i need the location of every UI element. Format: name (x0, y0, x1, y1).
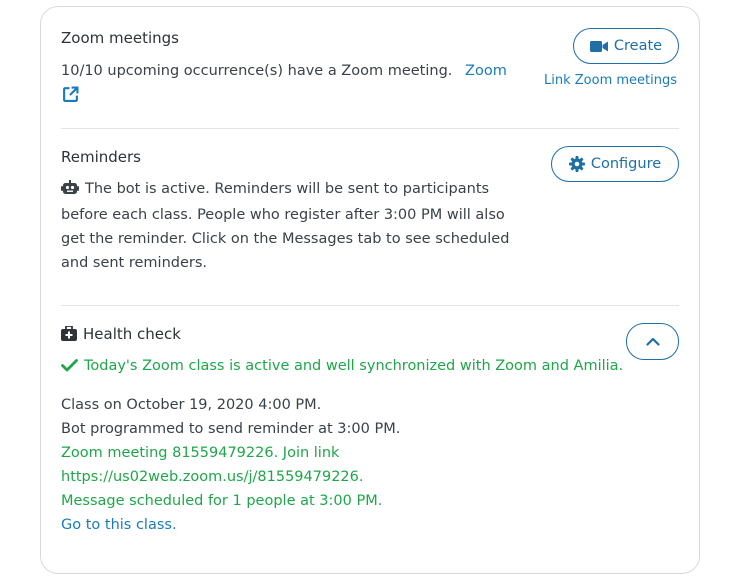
create-zoom-button[interactable]: Create (573, 28, 679, 64)
health-check-label: Health check (83, 325, 181, 343)
reminders-line-4: and sent reminders. (61, 255, 208, 271)
section-divider (61, 305, 679, 306)
health-check-title: Health check (61, 325, 181, 345)
external-link-icon[interactable] (62, 86, 79, 107)
first-aid-kit-icon (61, 325, 77, 345)
robot-icon (61, 179, 79, 203)
configure-reminders-button[interactable]: Configure (551, 146, 679, 182)
bot-schedule-line: Bot programmed to send reminder at 3:00 … (61, 421, 401, 437)
reminders-description: The bot is active. Reminders will be sen… (61, 177, 531, 275)
reminders-line-1-text: The bot is active. Reminders will be sen… (85, 181, 490, 197)
zoom-meetings-title: Zoom meetings (61, 29, 179, 47)
video-camera-icon (589, 40, 608, 53)
reminders-line-1: The bot is active. Reminders will be sen… (61, 177, 531, 203)
go-to-class-link[interactable]: Go to this class. (61, 513, 621, 537)
gear-icon (568, 156, 585, 172)
configure-label: Configure (590, 156, 662, 172)
health-status-text: Today's Zoom class is active and well sy… (84, 358, 624, 374)
zoom-link[interactable]: Zoom (465, 63, 507, 79)
zoom-summary-text: 10/10 upcoming occurrence(s) have a Zoom… (61, 63, 453, 79)
chevron-up-icon (645, 337, 660, 346)
zoom-join-url: https://us02web.zoom.us/j/81559479226. (61, 469, 364, 485)
health-details: Class on October 19, 2020 4:00 PM. Bot p… (61, 393, 621, 537)
message-scheduled-line: Message scheduled for 1 people at 3:00 P… (61, 493, 383, 509)
class-date-line: Class on October 19, 2020 4:00 PM. (61, 397, 322, 413)
section-divider (61, 128, 679, 129)
reminders-line-3: get the reminder. Click on the Messages … (61, 231, 510, 247)
zoom-integration-card: Zoom meetings 10/10 upcoming occurrence(… (40, 6, 700, 574)
health-status: Today's Zoom class is active and well sy… (61, 354, 641, 380)
reminders-title: Reminders (61, 148, 141, 166)
zoom-summary: 10/10 upcoming occurrence(s) have a Zoom… (61, 59, 511, 83)
check-icon (61, 356, 78, 380)
link-zoom-meetings-link[interactable]: Link Zoom meetings (544, 73, 677, 88)
reminders-line-2: before each class. People who register a… (61, 207, 505, 223)
zoom-meeting-line: Zoom meeting 81559479226. Join link (61, 445, 340, 461)
create-label: Create (613, 38, 663, 54)
